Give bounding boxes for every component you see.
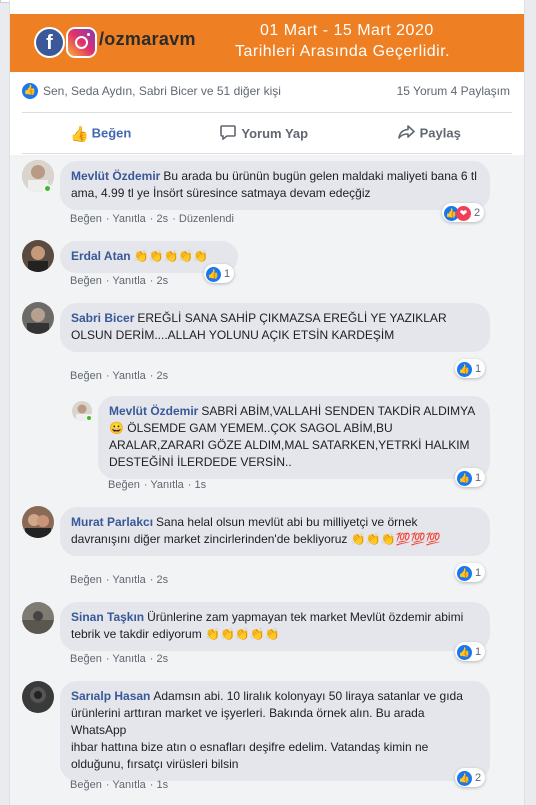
love-reaction-icon: ❤: [456, 205, 471, 221]
comment-time[interactable]: 1s: [195, 479, 207, 491]
share-button-label: Paylaş: [419, 125, 461, 141]
like-reaction-icon: 👍: [457, 361, 472, 377]
comment-bubble: Murat Parlakcı Sana helal olsun mevlüt ab…: [60, 507, 490, 556]
comment-author[interactable]: Murat Parlakcı: [71, 515, 153, 529]
comment-button[interactable]: Yorum Yap: [220, 125, 308, 144]
avatar[interactable]: [22, 506, 54, 538]
comment-text-continued: ihbar hattına bize atın o esnafları deşi…: [71, 740, 429, 771]
comment-like-link[interactable]: Beğen: [108, 479, 140, 491]
comment-meta: Beğen · Yanıtla · 1s: [70, 779, 169, 791]
reactors-list[interactable]: Sen, Seda Aydın, Sabri Bicer ve 51 diğer…: [43, 84, 281, 98]
reaction-count: 1: [475, 363, 482, 375]
like-reaction-icon: 👍: [206, 266, 221, 282]
comment-time[interactable]: 2s: [157, 275, 169, 287]
comment-time[interactable]: 2s: [157, 370, 169, 382]
comment-reactions[interactable]: 👍 2: [455, 768, 486, 787]
comment-bubble: Sarıalp Hasan Adamsın abi. 10 liralık kol…: [60, 681, 490, 781]
comment-time[interactable]: 1s: [157, 779, 169, 791]
comment-reply-link[interactable]: Yanıtla: [150, 479, 183, 491]
comment-button-label: Yorum Yap: [241, 125, 309, 141]
comment-reactions[interactable]: 👍 1: [455, 468, 486, 487]
facebook-icon: f: [36, 29, 63, 56]
comment-reactions[interactable]: 👍 1: [455, 359, 486, 378]
reactions-summary: 👍 Sen, Seda Aydın, Sabri Bicer ve 51 diğ…: [10, 80, 524, 102]
comment-time[interactable]: 2s: [157, 213, 169, 225]
comment-meta: Beğen · Yanıtla · 2s: [70, 574, 169, 586]
comment-meta: Beğen · Yanıtla · 1s: [108, 479, 207, 491]
comment-reply-link[interactable]: Yanıtla: [112, 275, 145, 287]
comment-like-link[interactable]: Beğen: [70, 275, 102, 287]
comment-reactions[interactable]: 👍 1: [455, 642, 486, 661]
comment-reply-link[interactable]: Yanıtla: [112, 574, 145, 586]
instagram-icon: [68, 29, 95, 56]
comment-reply-link[interactable]: Yanıtla: [112, 653, 145, 665]
online-status-icon: [85, 414, 93, 422]
comment-bubble-icon: [220, 125, 238, 144]
comment-author[interactable]: Sinan Taşkın: [71, 610, 144, 624]
banner-handle: /ozmaravm: [99, 29, 196, 49]
avatar[interactable]: [22, 302, 54, 334]
comment-author[interactable]: Mevlüt Özdemir: [109, 404, 198, 418]
share-arrow-icon: [398, 125, 416, 143]
comment-reactions[interactable]: 👍 1: [204, 264, 235, 283]
comment-time[interactable]: 2s: [157, 574, 169, 586]
reaction-count: 2: [475, 772, 482, 784]
like-button[interactable]: 👍 Beğen: [70, 125, 131, 143]
comment-bubble: Sinan Taşkın Ürünlerine zam yapmayan tek …: [60, 602, 490, 651]
comment-reactions[interactable]: 👍 1: [455, 563, 486, 582]
comment-like-link[interactable]: Beğen: [70, 653, 102, 665]
banner-validity: Tarihleri Arasında Geçerlidir.: [235, 43, 451, 60]
avatar[interactable]: [22, 602, 54, 634]
share-button[interactable]: Paylaş: [398, 125, 461, 143]
comment-like-link[interactable]: Beğen: [70, 213, 102, 225]
online-status-icon: [43, 184, 52, 193]
comment-reply-link[interactable]: Yanıtla: [112, 779, 145, 791]
promo-banner: f /ozmaravm 01 Mart - 15 Mart 2020 Tarih…: [10, 14, 524, 72]
comment-meta: Beğen · Yanıtla · 2s: [70, 275, 169, 287]
comment-time[interactable]: 2s: [157, 653, 169, 665]
like-reaction-icon[interactable]: 👍: [22, 83, 38, 99]
reply-bubble: Mevlüt Özdemir SABRİ ABİM,VALLAHİ SENDEN …: [98, 396, 490, 479]
comment-meta: Beğen · Yanıtla · 2s: [70, 653, 169, 665]
comment-author[interactable]: Sabri Bicer: [71, 311, 134, 325]
reaction-count: 1: [475, 472, 482, 484]
like-reaction-icon: 👍: [457, 565, 472, 581]
comment-author[interactable]: Sarıalp Hasan: [71, 689, 150, 703]
comment-bubble: Sabri Bicer EREĞLİ SANA SAHİP ÇIKMAZSA ER…: [60, 303, 490, 352]
comment-share-counts[interactable]: 15 Yorum 4 Paylaşım: [397, 84, 510, 98]
comment-reply-link[interactable]: Yanıtla: [112, 370, 145, 382]
comment-meta: Beğen · Yanıtla · 2s: [70, 370, 169, 382]
reaction-count: 1: [475, 567, 482, 579]
comment-author[interactable]: Erdal Atan: [71, 249, 131, 263]
reaction-count: 1: [224, 268, 231, 280]
avatar[interactable]: [22, 681, 54, 713]
comment-like-link[interactable]: Beğen: [70, 574, 102, 586]
like-reaction-icon: 👍: [457, 470, 472, 486]
post-action-bar: 👍 Beğen Yorum Yap Paylaş: [22, 112, 512, 154]
like-reaction-icon: 👍: [457, 644, 472, 660]
comment-edited-label[interactable]: Düzenlendi: [179, 213, 234, 225]
comment-text: 👏👏👏👏👏: [133, 249, 209, 263]
like-button-label: Beğen: [91, 125, 132, 141]
banner-date-range: 01 Mart - 15 Mart 2020: [260, 22, 434, 39]
comment-like-link[interactable]: Beğen: [70, 370, 102, 382]
reaction-count: 2: [474, 207, 481, 219]
like-reaction-icon: 👍: [457, 770, 472, 786]
reaction-count: 1: [475, 646, 482, 658]
thumbs-up-icon: 👍: [70, 126, 89, 143]
avatar[interactable]: [22, 240, 54, 272]
comment-author[interactable]: Mevlüt Özdemir: [71, 169, 160, 183]
comment-like-link[interactable]: Beğen: [70, 779, 102, 791]
comment-meta: Beğen · Yanıtla · 2s · Düzenlendi: [70, 213, 234, 225]
comment-reply-link[interactable]: Yanıtla: [112, 213, 145, 225]
comment-reactions[interactable]: 👍 ❤ 2: [442, 203, 485, 222]
comment-bubble: Mevlüt Özdemir Bu arada bu ürünün bugün g…: [60, 161, 490, 210]
